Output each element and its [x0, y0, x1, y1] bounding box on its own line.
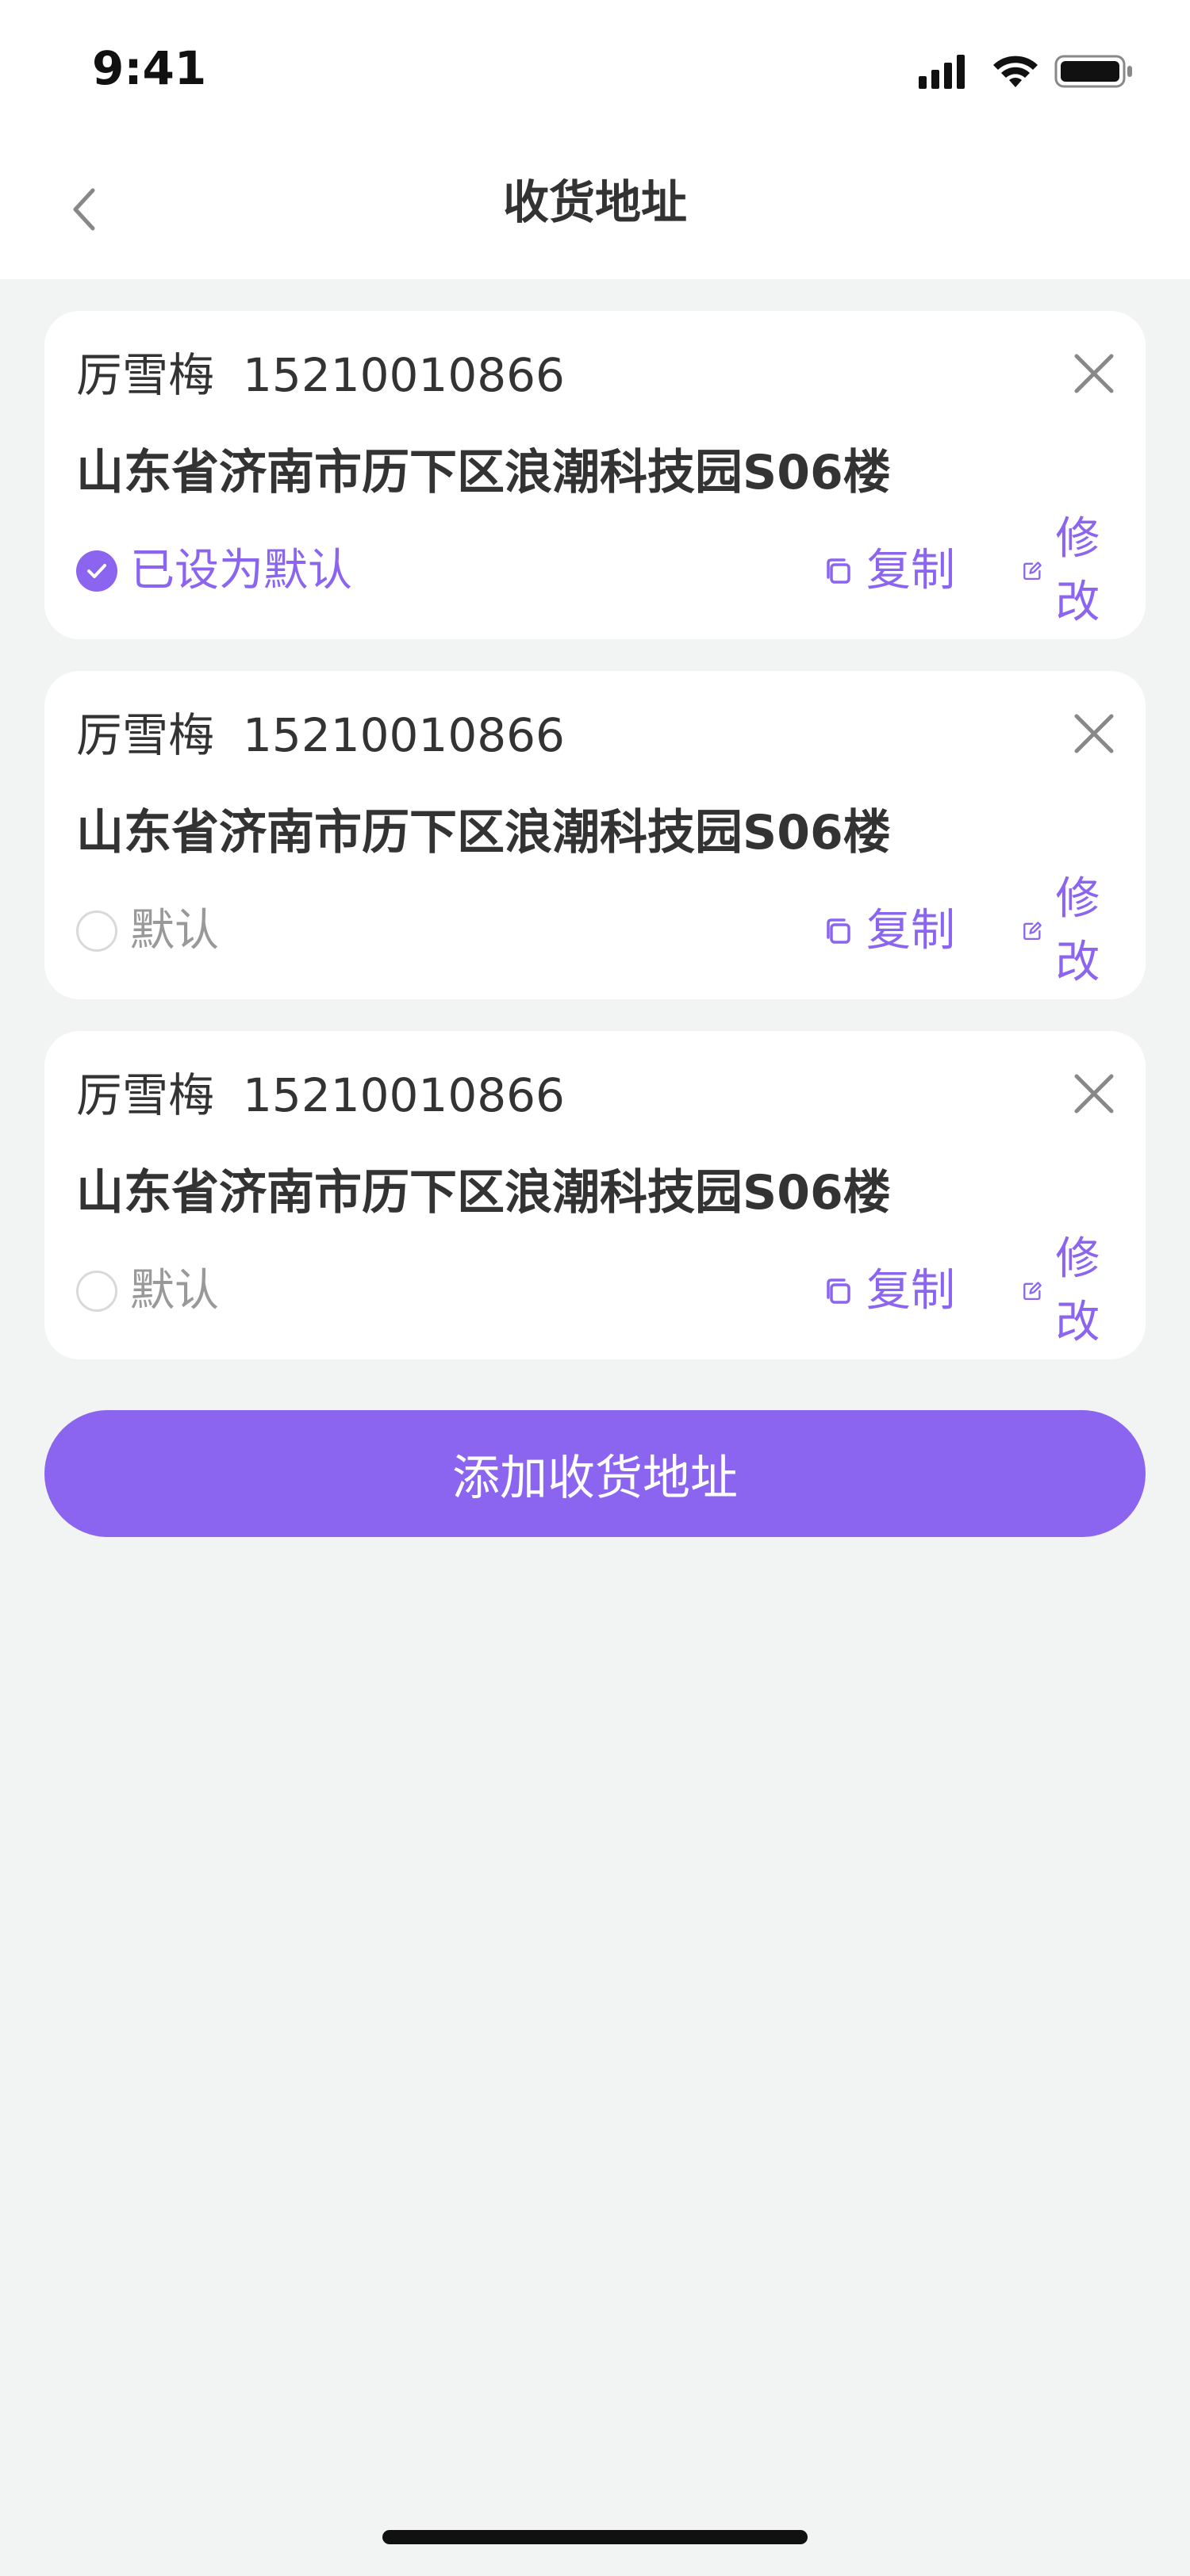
- edit-label: 修改: [1055, 513, 1100, 628]
- edit-icon: [1023, 1282, 1042, 1301]
- delete-address-button[interactable]: [1068, 707, 1120, 760]
- status-time: 9:41: [92, 41, 207, 95]
- contact-name: 厉雪梅: [76, 348, 215, 402]
- edit-icon: [1023, 562, 1042, 581]
- close-icon: [1074, 714, 1114, 753]
- close-icon: [1074, 1074, 1114, 1114]
- copy-label: 复制: [866, 1265, 955, 1317]
- copy-button[interactable]: 复制: [822, 1259, 955, 1323]
- card-actions: 默认 复制 修改: [76, 873, 1114, 988]
- copy-label: 复制: [866, 545, 955, 596]
- status-icons: [919, 55, 1132, 89]
- battery-icon: [1054, 55, 1132, 88]
- default-toggle[interactable]: 默认: [76, 899, 219, 963]
- copy-label: 复制: [866, 905, 955, 956]
- status-bar: 9:41: [0, 0, 1190, 143]
- edit-button[interactable]: 修改: [1022, 1233, 1114, 1348]
- copy-button[interactable]: 复制: [822, 539, 955, 603]
- delete-address-button[interactable]: [1068, 347, 1120, 400]
- page-title: 收货地址: [502, 175, 687, 229]
- contact-row: 厉雪梅 15210010866: [76, 347, 565, 403]
- contact-row: 厉雪梅 15210010866: [76, 707, 565, 763]
- contact-phone: 15210010866: [243, 348, 565, 402]
- copy-button[interactable]: 复制: [822, 899, 955, 963]
- copy-icon: [827, 558, 850, 584]
- default-toggle[interactable]: 默认: [76, 1259, 219, 1323]
- address-text: 山东省济南市历下区浪潮科技园S06楼: [76, 1165, 891, 1221]
- edit-label: 修改: [1055, 873, 1100, 988]
- card-actions: 默认 复制 修改: [76, 1233, 1114, 1348]
- address-card: 厉雪梅 15210010866 山东省济南市历下区浪潮科技园S06楼 默认 复制: [44, 671, 1146, 999]
- default-label: 默认: [130, 905, 219, 956]
- default-label: 默认: [130, 1265, 219, 1317]
- address-text: 山东省济南市历下区浪潮科技园S06楼: [76, 445, 891, 500]
- edit-icon: [1023, 922, 1042, 941]
- edit-button[interactable]: 修改: [1022, 873, 1114, 988]
- contact-row: 厉雪梅 15210010866: [76, 1068, 565, 1123]
- address-card: 厉雪梅 15210010866 山东省济南市历下区浪潮科技园S06楼 默认 复制: [44, 1031, 1146, 1359]
- edit-button[interactable]: 修改: [1022, 513, 1114, 628]
- address-list: 厉雪梅 15210010866 山东省济南市历下区浪潮科技园S06楼 已设为默认 …: [44, 311, 1146, 1391]
- empty-circle-icon: [76, 1271, 117, 1312]
- default-label: 已设为默认: [130, 545, 352, 596]
- home-indicator: [382, 2530, 808, 2544]
- add-address-button[interactable]: 添加收货地址: [44, 1410, 1146, 1537]
- default-toggle[interactable]: 已设为默认: [76, 539, 352, 603]
- contact-name: 厉雪梅: [76, 708, 215, 762]
- delete-address-button[interactable]: [1068, 1068, 1120, 1120]
- contact-phone: 15210010866: [243, 1068, 565, 1122]
- contact-phone: 15210010866: [243, 708, 565, 762]
- contact-name: 厉雪梅: [76, 1068, 215, 1122]
- edit-label: 修改: [1055, 1233, 1100, 1348]
- checked-circle-icon: [76, 550, 117, 592]
- copy-icon: [827, 1278, 850, 1304]
- close-icon: [1074, 354, 1114, 393]
- empty-circle-icon: [76, 910, 117, 952]
- signal-icon: [919, 55, 965, 89]
- address-text: 山东省济南市历下区浪潮科技园S06楼: [76, 805, 891, 861]
- copy-icon: [827, 918, 850, 944]
- address-card: 厉雪梅 15210010866 山东省济南市历下区浪潮科技园S06楼 已设为默认 …: [44, 311, 1146, 639]
- wifi-icon: [993, 56, 1038, 87]
- card-actions: 已设为默认 复制 修改: [76, 513, 1114, 628]
- nav-bar: 收货地址: [0, 143, 1190, 279]
